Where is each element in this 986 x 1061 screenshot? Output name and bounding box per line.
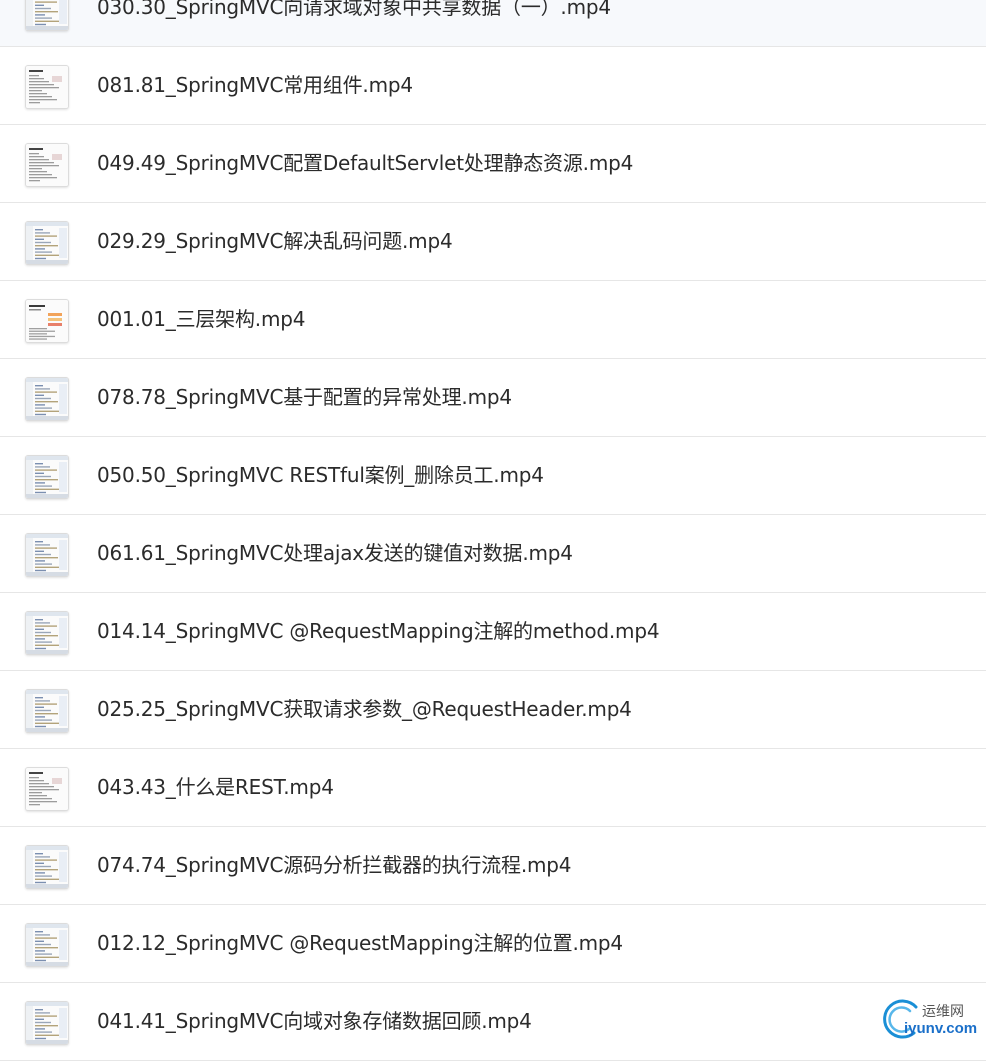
video-thumbnail-icon [25,65,69,109]
file-row[interactable]: 061.61_SpringMVC处理ajax发送的键值对数据.mp4 [0,515,986,593]
file-row[interactable]: 029.29_SpringMVC解决乱码问题.mp4 [0,203,986,281]
video-thumbnail-icon [25,1001,69,1045]
video-thumbnail-icon [25,845,69,889]
file-list: 030.30_SpringMVC向请求域对象中共享数据（一）.mp4 081.81… [0,0,986,1061]
video-thumbnail-icon [25,0,69,31]
video-thumbnail-icon [25,455,69,499]
watermark-logo: 运维网 iyunv.com [880,997,984,1041]
file-name[interactable]: 050.50_SpringMVC RESTful案例_删除员工.mp4 [97,437,544,514]
video-thumbnail-icon [25,377,69,421]
file-name[interactable]: 061.61_SpringMVC处理ajax发送的键值对数据.mp4 [97,515,573,592]
video-thumbnail-icon [25,611,69,655]
file-name[interactable]: 030.30_SpringMVC向请求域对象中共享数据（一）.mp4 [97,0,611,46]
file-name[interactable]: 049.49_SpringMVC配置DefaultServlet处理静态资源.m… [97,125,633,202]
file-name[interactable]: 043.43_什么是REST.mp4 [97,749,334,826]
video-thumbnail-icon [25,221,69,265]
file-name[interactable]: 041.41_SpringMVC向域对象存储数据回顾.mp4 [97,983,532,1060]
file-row[interactable]: 043.43_什么是REST.mp4 [0,749,986,827]
file-row[interactable]: 041.41_SpringMVC向域对象存储数据回顾.mp4 [0,983,986,1061]
file-name[interactable]: 012.12_SpringMVC @RequestMapping注解的位置.mp… [97,905,623,982]
file-name[interactable]: 025.25_SpringMVC获取请求参数_@RequestHeader.mp… [97,671,632,748]
video-thumbnail-icon [25,689,69,733]
file-row[interactable]: 049.49_SpringMVC配置DefaultServlet处理静态资源.m… [0,125,986,203]
file-row[interactable]: 030.30_SpringMVC向请求域对象中共享数据（一）.mp4 [0,0,986,47]
file-row[interactable]: 074.74_SpringMVC源码分析拦截器的执行流程.mp4 [0,827,986,905]
watermark-text-cn: 运维网 [922,1004,964,1020]
file-row[interactable]: 081.81_SpringMVC常用组件.mp4 [0,47,986,125]
file-name[interactable]: 074.74_SpringMVC源码分析拦截器的执行流程.mp4 [97,827,571,904]
watermark-text-domain: iyunv.com [904,1020,978,1037]
video-thumbnail-icon [25,923,69,967]
file-name[interactable]: 014.14_SpringMVC @RequestMapping注解的metho… [97,593,660,670]
video-thumbnail-icon [25,299,69,343]
file-row[interactable]: 014.14_SpringMVC @RequestMapping注解的metho… [0,593,986,671]
file-name[interactable]: 081.81_SpringMVC常用组件.mp4 [97,47,413,124]
file-name[interactable]: 078.78_SpringMVC基于配置的异常处理.mp4 [97,359,512,436]
file-row[interactable]: 025.25_SpringMVC获取请求参数_@RequestHeader.mp… [0,671,986,749]
file-row[interactable]: 012.12_SpringMVC @RequestMapping注解的位置.mp… [0,905,986,983]
file-name[interactable]: 029.29_SpringMVC解决乱码问题.mp4 [97,203,453,280]
video-thumbnail-icon [25,533,69,577]
file-row[interactable]: 050.50_SpringMVC RESTful案例_删除员工.mp4 [0,437,986,515]
file-row[interactable]: 078.78_SpringMVC基于配置的异常处理.mp4 [0,359,986,437]
video-thumbnail-icon [25,143,69,187]
video-thumbnail-icon [25,767,69,811]
file-row[interactable]: 001.01_三层架构.mp4 [0,281,986,359]
file-name[interactable]: 001.01_三层架构.mp4 [97,281,305,358]
